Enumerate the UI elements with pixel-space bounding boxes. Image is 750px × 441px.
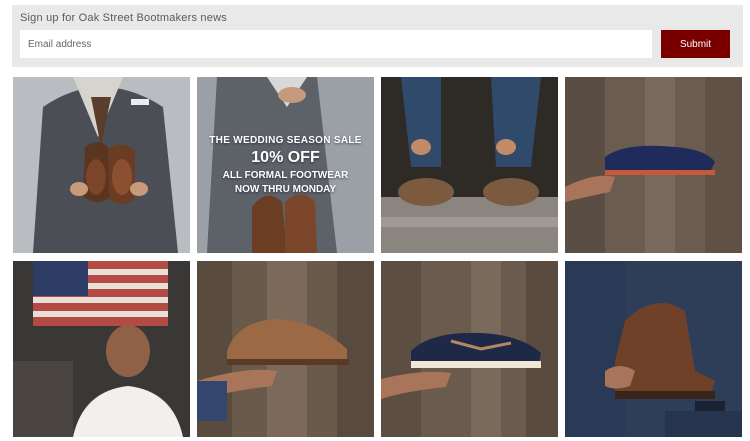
email-input[interactable] [20, 30, 652, 58]
promo-line-2: 10% OFF [251, 149, 320, 166]
man-tying-boots-image[interactable] [381, 77, 558, 253]
man-suit-holding-brown-shoes-image[interactable] [13, 77, 190, 253]
submit-button[interactable]: Submit [661, 30, 730, 58]
product-image-grid: THE WEDDING SEASON SALE 10% OFF ALL FORM… [13, 77, 742, 438]
promo-line-4: NOW THRU MONDAY [234, 184, 337, 195]
promo-text: THE WEDDING SEASON SALE 10% OFF ALL FORM… [197, 77, 374, 253]
navy-camp-moc-image[interactable] [381, 261, 558, 437]
brown-oxford-shoe-image[interactable] [197, 261, 374, 437]
signup-title: Sign up for Oak Street Bootmakers news [20, 12, 227, 24]
brown-leather-boot-image[interactable] [565, 261, 742, 437]
wedding-sale-promo-image[interactable]: THE WEDDING SEASON SALE 10% OFF ALL FORM… [197, 77, 374, 253]
promo-line-1: THE WEDDING SEASON SALE [209, 135, 362, 146]
promo-line-3: ALL FORMAL FOOTWEAR [222, 170, 349, 181]
navy-boat-shoe-image[interactable] [565, 77, 742, 253]
craftsman-portrait-image[interactable] [13, 261, 190, 437]
newsletter-signup: Sign up for Oak Street Bootmakers news S… [12, 5, 743, 67]
